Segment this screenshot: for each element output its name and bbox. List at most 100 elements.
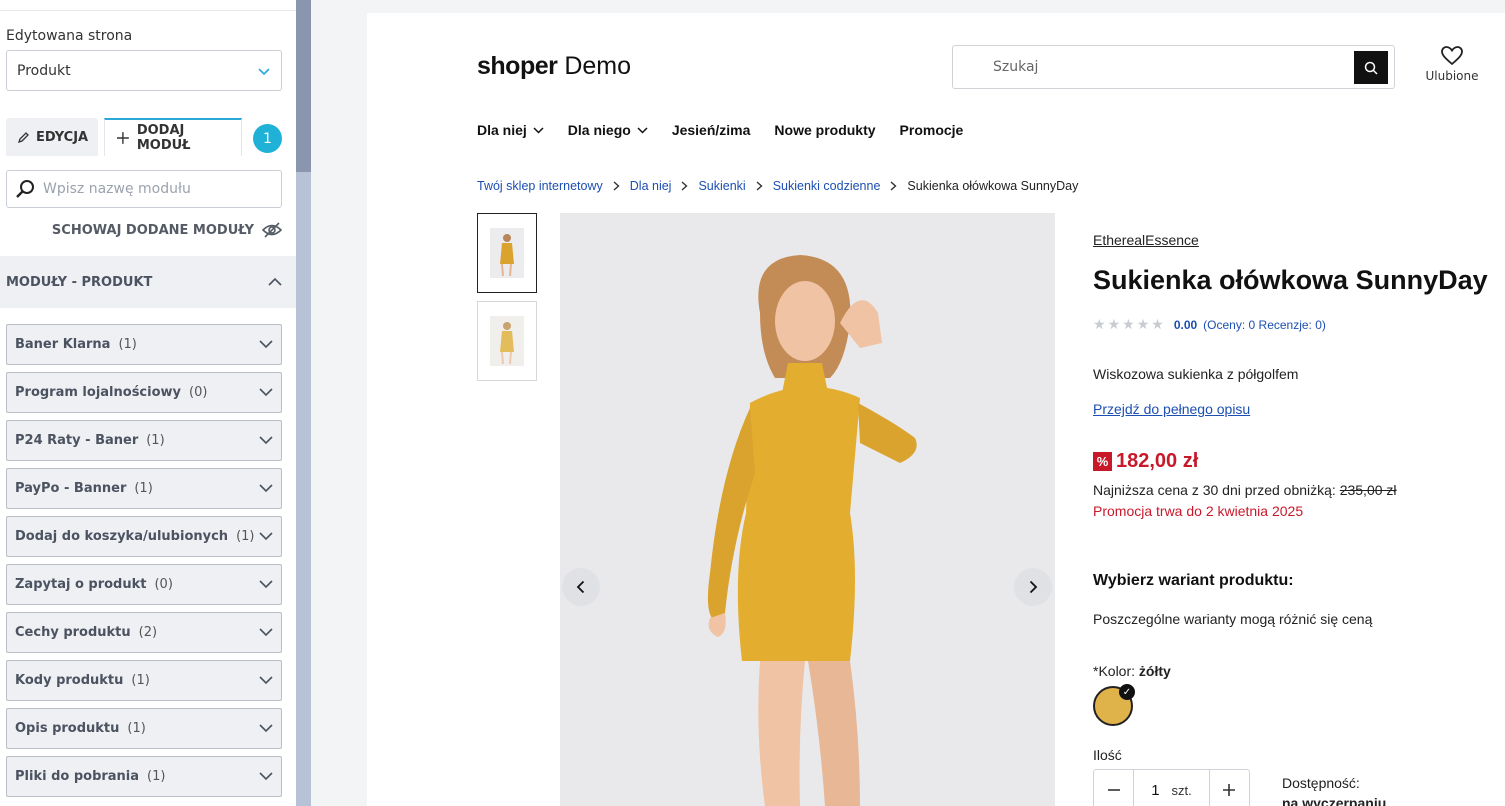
module-name: Cechy produktu bbox=[15, 625, 131, 640]
rating-counts: (Oceny: 0 Recenzje: 0) bbox=[1203, 317, 1326, 332]
tab-edit[interactable]: EDYCJA bbox=[6, 118, 98, 156]
modules-section-title: MODUŁY - PRODUKT bbox=[6, 274, 153, 290]
module-name: PayPo - Banner bbox=[15, 481, 127, 496]
star-icon: ★ bbox=[1151, 316, 1164, 332]
hide-added-modules-button[interactable]: SCHOWAJ DODANE MODUŁY bbox=[0, 222, 282, 238]
rating-score: 0.00 bbox=[1173, 317, 1198, 332]
chevron-down-icon bbox=[637, 126, 648, 134]
availability-label: Dostępność: bbox=[1282, 775, 1360, 791]
quantity-decrease-button[interactable] bbox=[1094, 770, 1133, 806]
chevron-down-icon bbox=[533, 126, 544, 134]
step-badge: 1 bbox=[253, 124, 282, 153]
sidebar-scrollbar[interactable] bbox=[296, 0, 311, 806]
edited-page-select[interactable]: Produkt bbox=[6, 50, 282, 91]
main-nav: Dla niej Dla niego Jesień/zima Nowe prod… bbox=[477, 122, 963, 138]
module-item[interactable]: Dodaj do koszyka/ulubionych (1) bbox=[6, 516, 282, 557]
module-name: Program lojalnościowy bbox=[15, 385, 182, 400]
nav-label: Promocje bbox=[899, 122, 964, 138]
pencil-icon bbox=[17, 131, 29, 143]
scrollbar-thumb[interactable] bbox=[296, 0, 311, 172]
lowest-price-label: Najniższa cena z 30 dni przed obniżką: bbox=[1093, 482, 1336, 498]
product-price: % 182,00 zł bbox=[1093, 450, 1198, 473]
nav-item-jesien-zima[interactable]: Jesień/zima bbox=[672, 122, 751, 138]
tab-add-module[interactable]: DODAJ MODUŁ bbox=[104, 118, 242, 156]
image-next-button[interactable] bbox=[1014, 568, 1052, 606]
chevron-right-icon bbox=[681, 181, 689, 191]
module-count: (1) bbox=[146, 433, 165, 448]
nav-item-promocje[interactable]: Promocje bbox=[900, 122, 964, 138]
module-count: (0) bbox=[154, 577, 173, 592]
product-main-image[interactable] bbox=[560, 213, 1055, 806]
lowest-price-info: Najniższa cena z 30 dni przed obniżką: 2… bbox=[1093, 482, 1397, 498]
chevron-down-icon bbox=[258, 67, 270, 75]
color-value: żółty bbox=[1138, 663, 1171, 679]
module-item[interactable]: Zapytaj o produkt (0) bbox=[6, 564, 282, 605]
breadcrumb-link[interactable]: Dla niej bbox=[630, 179, 672, 193]
availability: Dostępność: na wyczerpaniu bbox=[1282, 773, 1386, 806]
nav-label: Dla niego bbox=[567, 122, 631, 138]
breadcrumb-current: Sukienka ołówkowa SunnyDay bbox=[907, 179, 1079, 193]
nav-item-dla-niej[interactable]: Dla niej bbox=[477, 122, 544, 138]
product-brand-link[interactable]: EtherealEssence bbox=[1093, 232, 1199, 248]
quantity-label: Ilość bbox=[1093, 747, 1122, 763]
search-icon bbox=[16, 180, 34, 198]
short-description: Wiskozowa sukienka z półgolfem bbox=[1093, 366, 1299, 382]
breadcrumb-link[interactable]: Sukienki bbox=[698, 179, 745, 193]
product-thumbnail-image bbox=[490, 228, 524, 278]
breadcrumb-link[interactable]: Sukienki codzienne bbox=[773, 179, 881, 193]
quantity-stepper: 1 szt. bbox=[1093, 769, 1250, 806]
quantity-increase-button[interactable] bbox=[1210, 770, 1249, 806]
module-item[interactable]: Baner Klarna (1) bbox=[6, 324, 282, 365]
variant-heading: Wybierz wariant produktu: bbox=[1093, 572, 1294, 589]
module-item[interactable]: Opis produktu (1) bbox=[6, 708, 282, 749]
module-item[interactable]: P24 Raty - Baner (1) bbox=[6, 420, 282, 461]
nav-label: Dla niej bbox=[477, 122, 527, 138]
favorites-link[interactable]: Ulubione bbox=[1420, 46, 1484, 83]
module-item[interactable]: Pliki do pobrania (1) bbox=[6, 756, 282, 797]
module-name: P24 Raty - Baner bbox=[15, 433, 139, 448]
product-thumbnail[interactable] bbox=[477, 301, 537, 381]
nav-item-dla-niego[interactable]: Dla niego bbox=[568, 122, 648, 138]
module-item[interactable]: Cechy produktu (2) bbox=[6, 612, 282, 653]
image-prev-button[interactable] bbox=[562, 568, 600, 606]
sidebar-tabs: EDYCJA DODAJ MODUŁ bbox=[6, 118, 282, 156]
module-item[interactable]: Program lojalnościowy (0) bbox=[6, 372, 282, 413]
chevron-down-icon bbox=[259, 436, 273, 445]
chevron-right-icon bbox=[1029, 580, 1038, 594]
color-label: *Kolor: żółty bbox=[1093, 663, 1171, 679]
shop-search-input[interactable]: Szukaj bbox=[952, 45, 1395, 89]
editor-sidebar: Edytowana strona Produkt EDYCJA DODAJ MO… bbox=[0, 0, 296, 806]
product-title: Sukienka ołówkowa SunnyDay bbox=[1093, 265, 1488, 295]
star-icon: ★ bbox=[1107, 316, 1121, 332]
chevron-right-icon bbox=[890, 181, 897, 191]
module-item[interactable]: Kody produktu (1) bbox=[6, 660, 282, 701]
check-icon: ✓ bbox=[1119, 684, 1135, 700]
tab-add-module-label: DODAJ MODUŁ bbox=[136, 123, 191, 153]
modules-section-header[interactable]: MODUŁY - PRODUKT bbox=[0, 256, 296, 308]
quantity-input[interactable]: 1 szt. bbox=[1133, 770, 1210, 806]
plus-icon bbox=[1223, 784, 1236, 796]
nav-item-nowe-produkty[interactable]: Nowe produkty bbox=[774, 122, 875, 138]
chevron-down-icon bbox=[259, 628, 273, 637]
tab-edit-label: EDYCJA bbox=[36, 129, 89, 145]
product-rating[interactable]: ★ ★ ★ ★ ★ 0.00 (Oceny: 0 Recenzje: 0) bbox=[1093, 316, 1326, 333]
chevron-down-icon bbox=[259, 532, 273, 541]
breadcrumb-link[interactable]: Twój sklep internetowy bbox=[477, 179, 603, 193]
chevron-up-icon bbox=[268, 277, 282, 286]
shop-logo[interactable]: shoper Demo bbox=[477, 52, 631, 81]
module-search-input[interactable]: Wpisz nazwę modułu bbox=[6, 170, 282, 208]
module-item[interactable]: PayPo - Banner (1) bbox=[6, 468, 282, 509]
chevron-down-icon bbox=[259, 388, 273, 397]
heart-icon bbox=[1441, 46, 1463, 66]
search-button[interactable] bbox=[1354, 51, 1388, 84]
chevron-down-icon bbox=[259, 484, 273, 493]
percent-icon: % bbox=[1093, 452, 1112, 471]
hide-added-modules-label: SCHOWAJ DODANE MODUŁY bbox=[51, 222, 254, 238]
module-count: (1) bbox=[127, 721, 146, 736]
module-name: Opis produktu bbox=[15, 721, 120, 736]
quantity-unit: szt. bbox=[1171, 782, 1192, 798]
full-description-link[interactable]: Przejdź do pełnego opisu bbox=[1093, 401, 1250, 417]
chevron-down-icon bbox=[259, 580, 273, 589]
product-thumbnail[interactable] bbox=[477, 213, 537, 293]
module-search-placeholder: Wpisz nazwę modułu bbox=[43, 181, 191, 197]
